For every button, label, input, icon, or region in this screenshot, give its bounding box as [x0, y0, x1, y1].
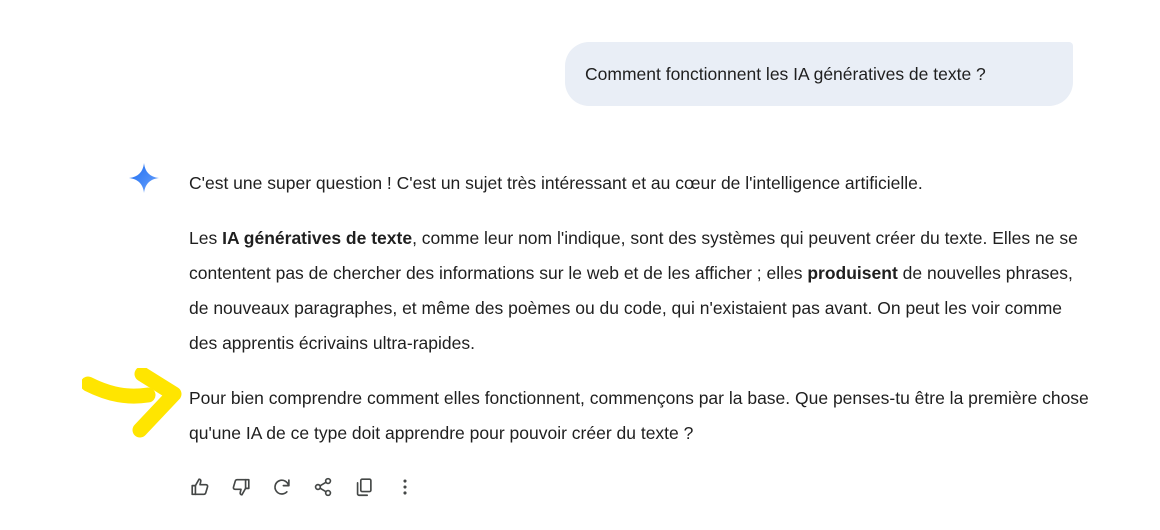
p2-bold-term: IA génératives de texte: [222, 228, 413, 248]
regenerate-icon: [274, 479, 290, 495]
thumb-up-button[interactable]: [186, 473, 214, 501]
p2-text-pre: Les: [189, 228, 223, 248]
copy-icon: [356, 478, 372, 497]
response-action-bar: [186, 472, 419, 502]
share-icon: [314, 477, 332, 497]
response-paragraph-2: Les IA génératives de texte, comme leur …: [189, 221, 1089, 361]
more-options-button[interactable]: [391, 473, 419, 501]
copy-button[interactable]: [350, 473, 378, 501]
user-message-bubble: Comment fonctionnent les IA génératives …: [565, 42, 1073, 106]
response-paragraph-3: Pour bien comprendre comment elles fonct…: [189, 388, 1089, 443]
p2-bold-verb: produisent: [807, 263, 898, 283]
annotation-arrow-icon: [82, 368, 182, 438]
assistant-response: C'est une super question ! C'est un suje…: [189, 166, 1089, 471]
more-vert-icon: [403, 479, 407, 495]
regenerate-button[interactable]: [268, 473, 296, 501]
thumb-up-icon: [191, 478, 209, 496]
user-message-text: Comment fonctionnent les IA génératives …: [585, 63, 986, 84]
thumb-down-button[interactable]: [227, 473, 255, 501]
gemini-spark-icon: [129, 163, 159, 193]
response-paragraph-1: C'est une super question ! C'est un suje…: [189, 173, 923, 193]
thumb-down-icon: [232, 478, 250, 496]
share-button[interactable]: [309, 473, 337, 501]
